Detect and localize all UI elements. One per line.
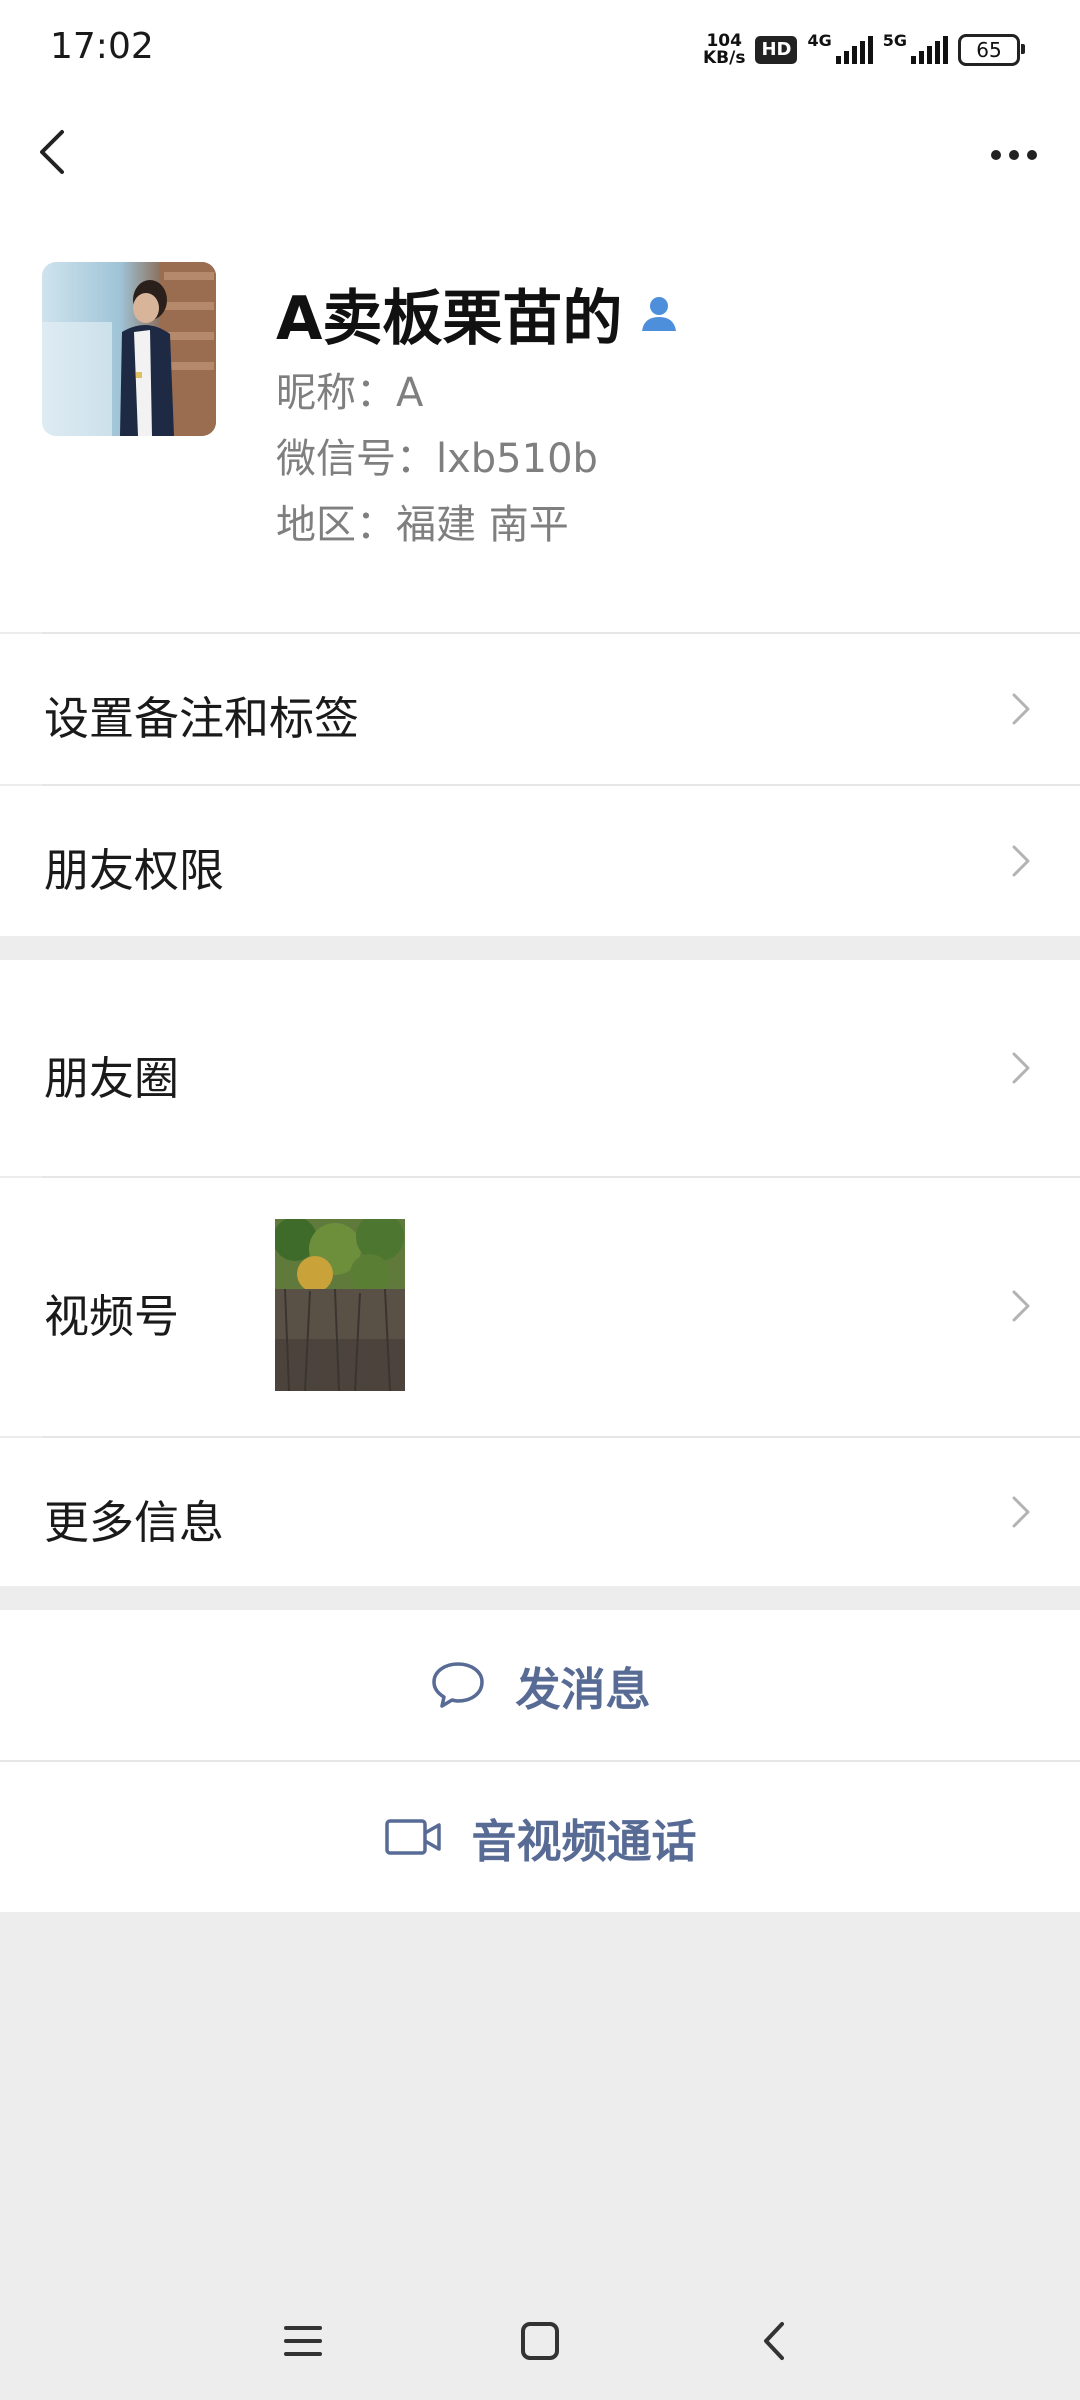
video-camera-icon <box>385 1819 442 1855</box>
row-label: 设置备注和标签 <box>44 692 360 745</box>
wechat-id: 微信号：lxb510b <box>276 436 598 482</box>
profile-card: A卖板栗苗的 昵称：A 微信号：lxb510b 地区：福建 南平 <box>0 210 1080 632</box>
row-label: 视频号 <box>44 1290 180 1343</box>
contact-name: A卖板栗苗的 <box>276 284 623 354</box>
av-call-button[interactable]: 音视频通话 <box>0 1762 1080 1912</box>
row-label: 更多信息 <box>44 1496 225 1549</box>
status-time: 17:02 <box>50 26 154 67</box>
row-channels[interactable]: 视频号 <box>0 1178 1080 1436</box>
network-type-4g: 4G <box>807 30 832 50</box>
chevron-right-icon <box>1012 845 1030 877</box>
row-label: 朋友圈 <box>44 1052 180 1105</box>
row-label: 朋友权限 <box>44 844 225 897</box>
av-call-label: 音视频通话 <box>471 1814 697 1868</box>
status-icons: 104 KB/s HD 4G 5G 65 <box>702 30 1025 70</box>
channel-video-thumbnail[interactable] <box>275 1219 405 1391</box>
battery-icon: 65 <box>958 34 1025 66</box>
menu-icon[interactable] <box>280 2318 326 2364</box>
send-message-button[interactable]: 发消息 <box>0 1610 1080 1760</box>
chevron-right-icon <box>1012 1290 1030 1322</box>
back-nav-icon[interactable] <box>752 2318 798 2364</box>
top-nav <box>0 100 1080 210</box>
row-more-info[interactable]: 更多信息 <box>0 1438 1080 1586</box>
row-remark-tags[interactable]: 设置备注和标签 <box>0 634 1080 784</box>
chevron-right-icon <box>1012 693 1030 725</box>
section-gap <box>0 1586 1080 1610</box>
network-type-5g: 5G <box>882 30 907 50</box>
chevron-right-icon <box>1012 1052 1030 1084</box>
region: 地区：福建 南平 <box>276 502 569 548</box>
status-bar: 17:02 104 KB/s HD 4G 5G 65 <box>0 0 1080 100</box>
chat-bubble-icon <box>432 1662 485 1708</box>
chevron-right-icon <box>1012 1496 1030 1528</box>
more-dots-icon[interactable] <box>984 130 1044 180</box>
network-speed: 104 KB/s <box>702 31 746 68</box>
signal-icon <box>911 36 948 64</box>
contact-profile-page: 17:02 104 KB/s HD 4G 5G 65 A卖板栗苗的 昵称：A 微… <box>0 0 1080 2400</box>
signal-icon <box>835 36 873 64</box>
contact-person-icon <box>642 296 677 331</box>
system-nav-bar <box>0 2300 1080 2380</box>
home-icon[interactable] <box>517 2318 563 2364</box>
send-message-label: 发消息 <box>515 1662 651 1716</box>
nickname: 昵称：A <box>276 370 424 416</box>
section-gap <box>0 936 1080 960</box>
hd-badge: HD <box>755 36 798 64</box>
name-row: A卖板栗苗的 <box>276 270 682 357</box>
avatar[interactable] <box>42 262 216 436</box>
chevron-left-icon[interactable] <box>28 122 88 182</box>
row-moments[interactable]: 朋友圈 <box>0 960 1080 1176</box>
row-friend-permissions[interactable]: 朋友权限 <box>0 786 1080 936</box>
